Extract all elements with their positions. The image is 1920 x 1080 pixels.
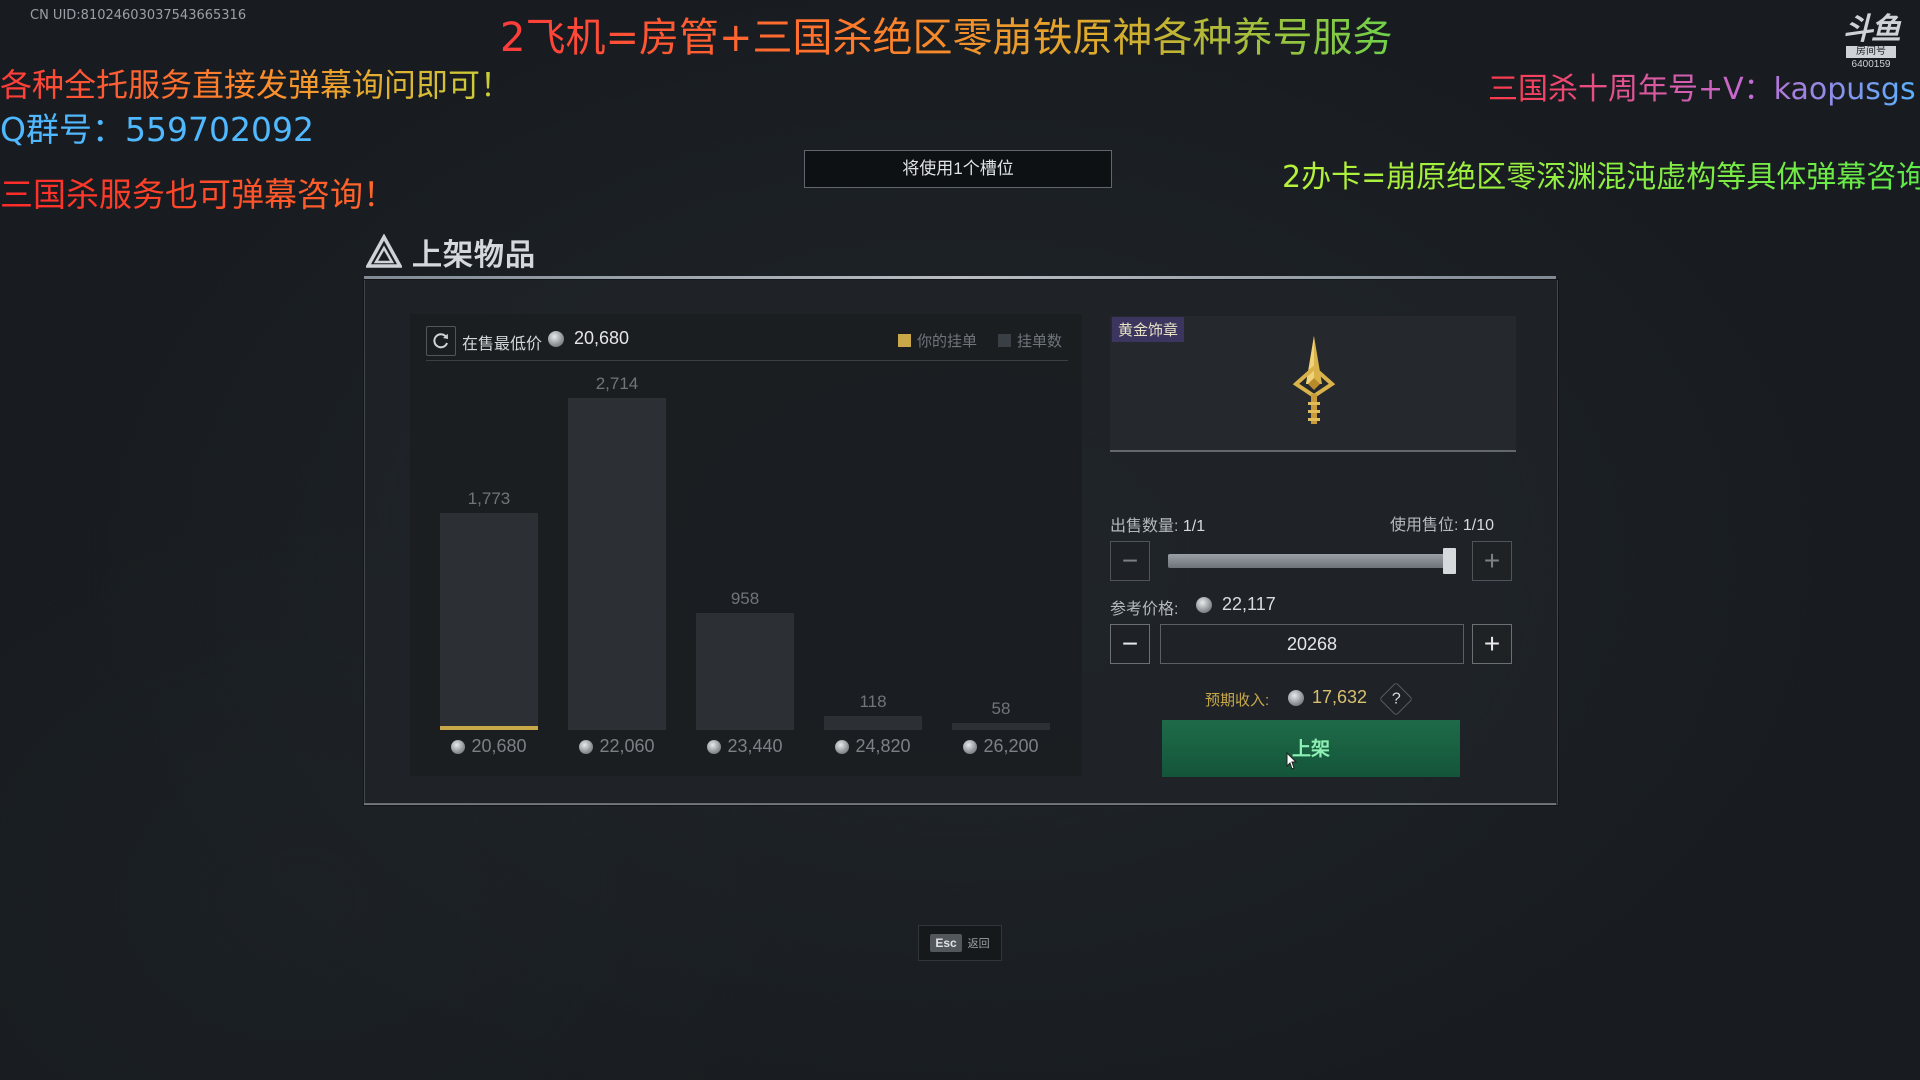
refresh-icon xyxy=(433,333,448,349)
panel-header: 上架物品 xyxy=(366,232,536,272)
reference-price-value: 22,117 xyxy=(1222,594,1276,614)
chart-bar xyxy=(440,513,538,730)
sell-quantity-value: 1/1 xyxy=(1182,518,1206,535)
plus-icon: + xyxy=(1483,545,1501,576)
overlay-right-line2: 2办卡=崩原绝区零深渊混沌虚构等具体弹幕咨询 xyxy=(1282,152,1920,196)
legend-your-orders-label: 你的挂单 xyxy=(917,333,978,350)
overlay-left-line3: 三国杀服务也可弹幕咨询！ xyxy=(0,168,396,216)
reference-price-label: 参考价格: xyxy=(1110,601,1179,618)
panel-title: 上架物品 xyxy=(412,239,536,272)
bar-price-text: 23,440 xyxy=(727,736,783,756)
quantity-slider-fill xyxy=(1168,554,1454,568)
back-label: 返回 xyxy=(967,938,990,950)
bar-price-text: 22,060 xyxy=(599,736,655,756)
logo-room-number: 6400159 xyxy=(1851,59,1891,70)
coin-icon xyxy=(835,739,850,754)
help-icon-glyph: ? xyxy=(1391,690,1401,707)
overlay-left-line2: Q群号：559702092 xyxy=(0,110,314,149)
coin-icon xyxy=(1288,690,1304,706)
minus-icon: − xyxy=(1121,545,1139,576)
bar-price-label: 22,060 xyxy=(557,736,677,757)
chart-bar xyxy=(696,613,794,730)
your-order-marker xyxy=(440,726,538,730)
logo-sub: 房间号 xyxy=(1846,46,1896,58)
lowest-price-label: 在售最低价 xyxy=(462,336,543,353)
legend-order-count: 挂单数 xyxy=(998,330,1062,351)
bar-price-label: 23,440 xyxy=(685,736,805,757)
mouse-cursor-icon xyxy=(1286,752,1298,770)
back-button[interactable]: Esc 返回 xyxy=(918,925,1002,961)
douyu-logo: 斗鱼 房间号 6400159 xyxy=(1840,14,1902,76)
bar-value-label: 958 xyxy=(730,589,760,608)
coin-icon xyxy=(707,739,722,754)
slot-notice: 将使用1个槽位 xyxy=(804,150,1112,188)
coin-icon xyxy=(579,739,594,754)
refresh-button[interactable] xyxy=(426,326,456,356)
list-item-button[interactable]: 上架 xyxy=(1162,720,1460,777)
bar-value-label: 2,714 xyxy=(595,374,639,393)
coin-icon xyxy=(1196,597,1212,613)
legend-order-count-label: 挂单数 xyxy=(1017,333,1063,350)
price-input[interactable]: 20268 xyxy=(1160,624,1464,664)
bar-value-label: 118 xyxy=(859,692,887,711)
legend-swatch-gold xyxy=(898,334,911,347)
quantity-increase-button[interactable]: + xyxy=(1472,541,1512,581)
bar-value-label: 1,773 xyxy=(467,489,511,508)
sell-quantity: 出售数量: 1/1 xyxy=(1110,512,1205,536)
bar-value-label: 58 xyxy=(991,699,1011,718)
legend-swatch-gray xyxy=(998,334,1011,347)
expected-income-value: 17,632 xyxy=(1312,687,1368,707)
item-rarity-tag: 黄金饰章 xyxy=(1112,317,1185,342)
overlay-left-line1: 各种全托服务直接发弹幕询问即可！ xyxy=(0,60,512,106)
coin-icon xyxy=(548,331,564,347)
panel-top-divider xyxy=(364,276,1556,279)
bar-price-label: 20,680 xyxy=(429,736,549,757)
price-increase-button[interactable]: + xyxy=(1472,624,1512,664)
overlay-title: 2飞机=房管+三国杀绝区零崩铁原神各种养号服务 xyxy=(500,5,1392,63)
slot-usage-label: 使用售位: xyxy=(1390,517,1459,534)
sell-quantity-label: 出售数量: xyxy=(1110,518,1179,535)
bar-price-text: 24,820 xyxy=(855,736,911,756)
coin-icon xyxy=(963,739,978,754)
esc-key: Esc xyxy=(930,934,962,952)
chart-bar xyxy=(568,398,666,730)
chart-bar xyxy=(824,716,922,730)
gold-badge-icon xyxy=(1292,336,1336,424)
uid-text: CN UID:81024603037543665316 xyxy=(30,8,247,23)
quantity-decrease-button[interactable]: − xyxy=(1110,541,1150,581)
slot-usage: 使用售位: 1/10 xyxy=(1390,511,1494,535)
plus-icon: + xyxy=(1483,628,1501,659)
minus-icon: − xyxy=(1121,628,1139,659)
chart-bar xyxy=(952,723,1050,730)
bar-price-label: 24,820 xyxy=(813,736,933,757)
price-decrease-button[interactable]: − xyxy=(1110,624,1150,664)
quantity-slider-handle[interactable] xyxy=(1443,548,1456,574)
lowest-price-value: 20,680 xyxy=(574,328,630,348)
legend-your-orders: 你的挂单 xyxy=(898,330,977,351)
triangle-logo-icon xyxy=(366,234,402,268)
bar-price-text: 26,200 xyxy=(983,736,1039,756)
coin-icon xyxy=(451,739,466,754)
panel-bottom-divider xyxy=(364,803,1556,805)
logo-main: 斗鱼 xyxy=(1843,13,1901,46)
expected-income-label: 预期收入: xyxy=(1205,692,1270,709)
bar-price-label: 26,200 xyxy=(941,736,1061,757)
bar-price-text: 20,680 xyxy=(471,736,527,756)
slot-usage-value: 1/10 xyxy=(1462,517,1495,534)
